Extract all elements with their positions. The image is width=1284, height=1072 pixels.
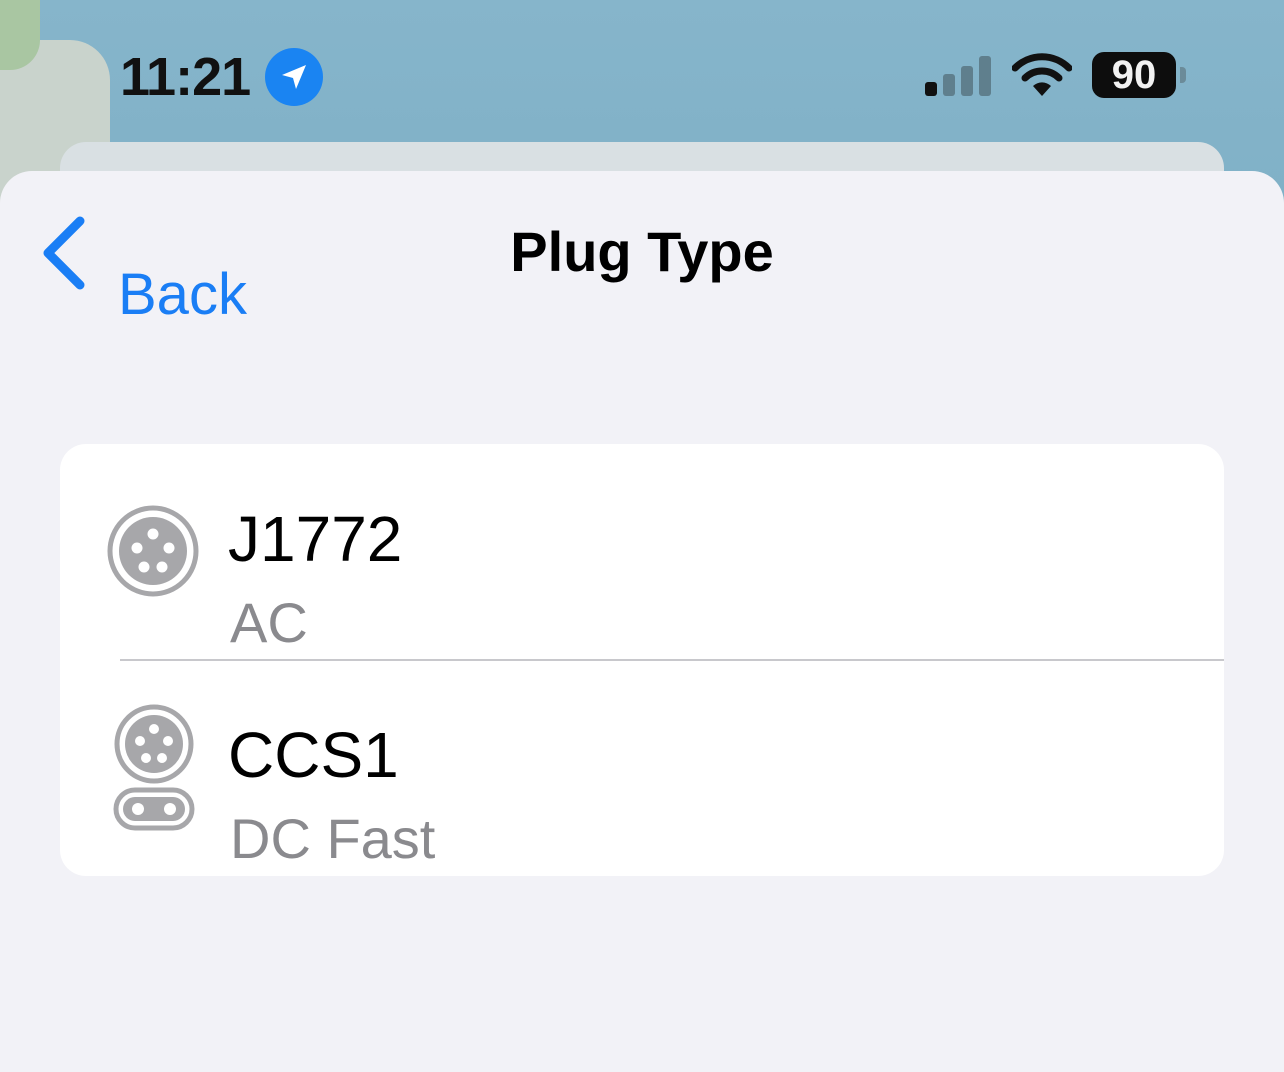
- j1772-plug-icon: [107, 505, 199, 597]
- ccs1-plug-icon: [113, 704, 195, 831]
- list-item-j1772[interactable]: J1772 AC: [60, 444, 1224, 661]
- list-item-ccs1[interactable]: CCS1 DC Fast: [60, 660, 1224, 876]
- page-title: Plug Type: [510, 220, 774, 283]
- wifi-icon: [1011, 52, 1073, 103]
- plug-name: CCS1: [228, 719, 399, 791]
- battery-cap: [1180, 67, 1186, 83]
- battery-level: 90: [1111, 53, 1157, 97]
- status-bar: 11:21 90: [0, 0, 1284, 150]
- plug-type-sheet: Back Plug Type J1772 AC CCS1 DC Fast: [0, 171, 1284, 1072]
- plug-current-type: AC: [230, 591, 308, 654]
- cellular-signal-icon: [925, 56, 991, 96]
- battery-icon: 90: [1092, 52, 1176, 98]
- plug-type-list: J1772 AC CCS1 DC Fast: [60, 444, 1224, 876]
- plug-name: J1772: [228, 503, 403, 575]
- status-time: 11:21: [120, 47, 251, 107]
- plug-current-type: DC Fast: [230, 807, 436, 870]
- location-arrow-icon: [265, 48, 323, 106]
